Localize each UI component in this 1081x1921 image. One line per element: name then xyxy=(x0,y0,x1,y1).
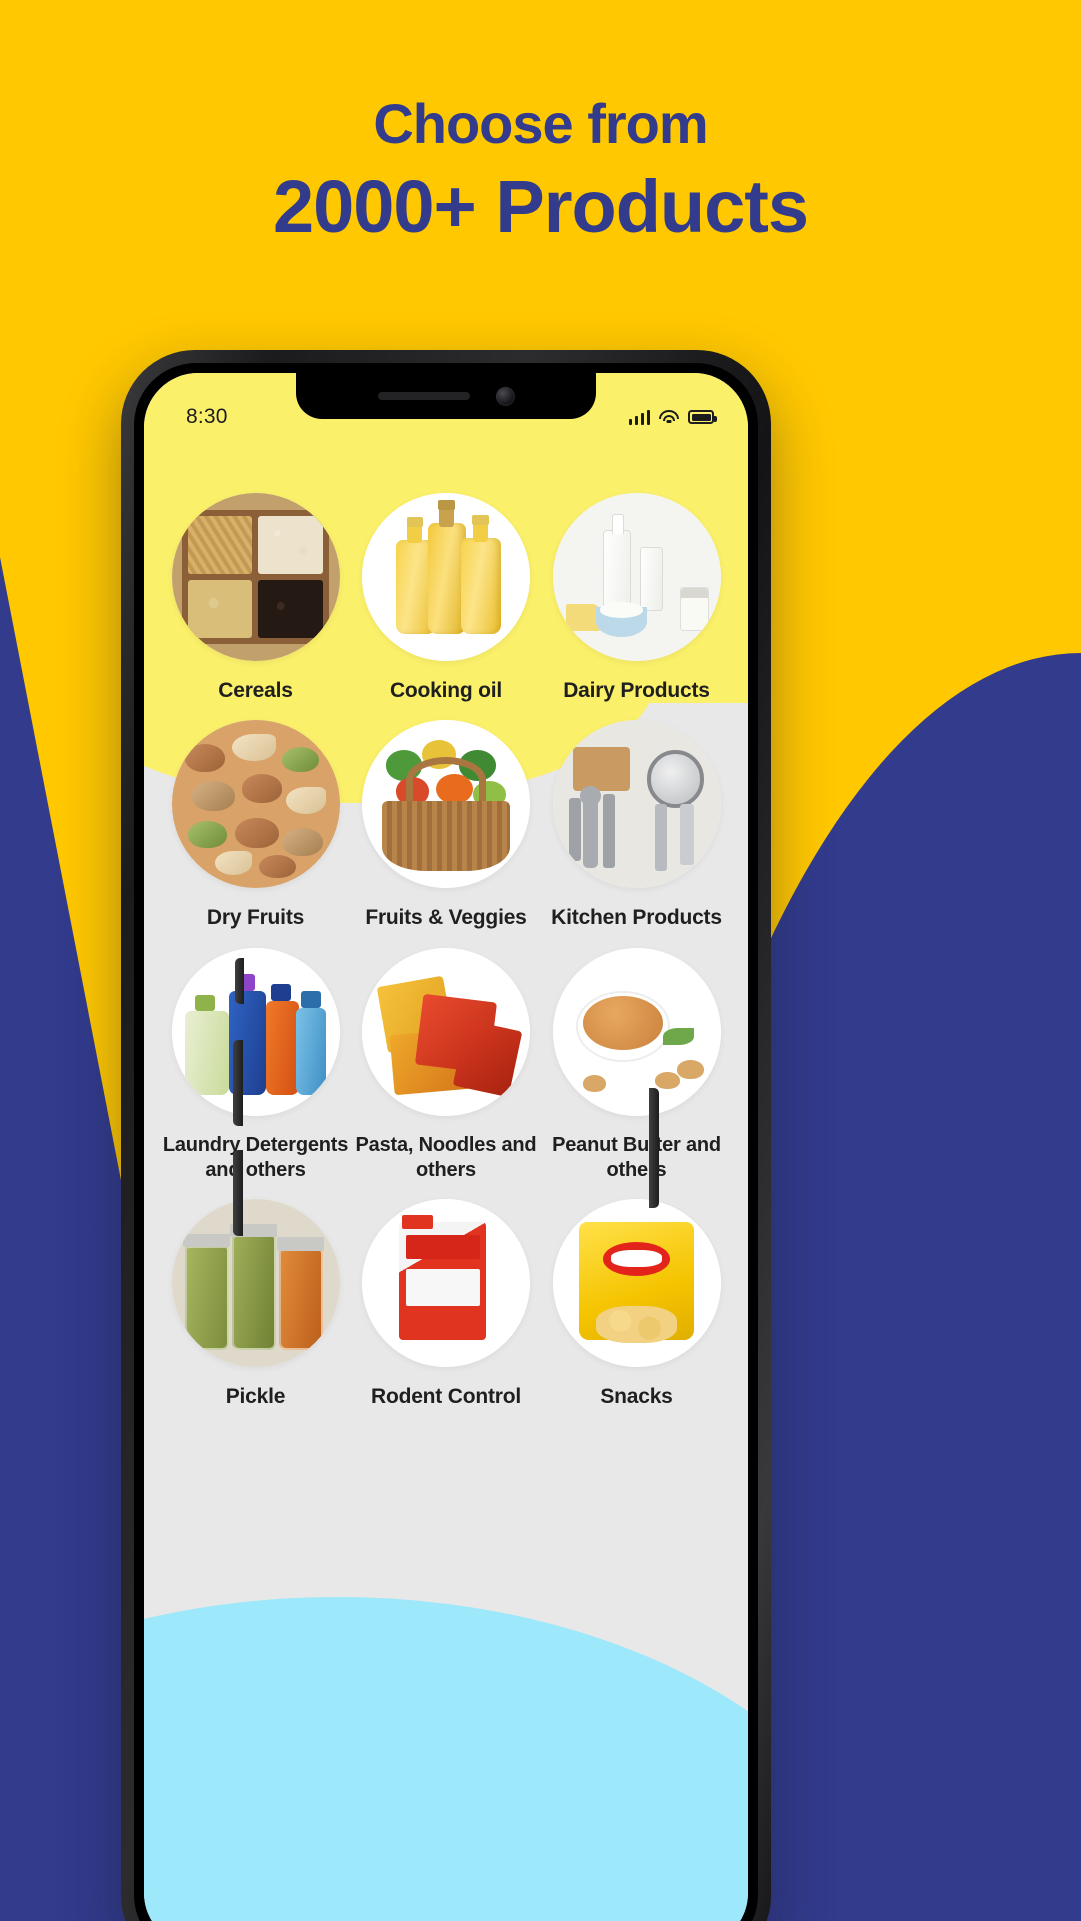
phone-power-button[interactable] xyxy=(649,1088,659,1208)
category-item-fruits-veggies[interactable]: Fruits & Veggies xyxy=(353,720,540,931)
category-item-peanut-butter[interactable]: Peanut Butter and others xyxy=(543,947,730,1183)
category-row: Pickle Rodent Control Snacks xyxy=(162,1198,730,1410)
status-bar-time: 8:30 xyxy=(186,405,228,428)
category-label: Cereals xyxy=(218,679,293,702)
category-item-kitchen-products[interactable]: Kitchen Products xyxy=(543,720,730,931)
phone-volume-down-button[interactable] xyxy=(233,1150,243,1236)
cereals-grains-box-image xyxy=(171,493,340,661)
category-grid: Cereals Cooking oil Dairy Products Dry F… xyxy=(144,493,748,1426)
wifi-icon xyxy=(659,409,679,425)
rodent-control-box-image xyxy=(362,1198,530,1367)
category-item-cereals[interactable]: Cereals xyxy=(162,493,349,704)
phone-notch xyxy=(296,373,596,419)
pickle-jars-image xyxy=(171,1198,340,1367)
category-item-dry-fruits[interactable]: Dry Fruits xyxy=(162,720,349,931)
peanut-butter-bowl-image xyxy=(552,947,721,1116)
category-label: Fruits & Veggies xyxy=(365,906,527,930)
category-item-pickle[interactable]: Pickle xyxy=(162,1198,349,1410)
dry-fruits-nuts-image xyxy=(171,720,340,889)
kitchen-utensils-image xyxy=(552,720,721,889)
category-item-cooking-oil[interactable]: Cooking oil xyxy=(353,493,540,704)
snacks-chips-packet-image xyxy=(552,1198,721,1367)
category-label: Pickle xyxy=(225,1384,286,1408)
category-item-rodent-control[interactable]: Rodent Control xyxy=(353,1198,540,1410)
category-item-snacks[interactable]: Snacks xyxy=(543,1198,730,1410)
cooking-oil-bottles-image xyxy=(362,493,530,661)
category-row: Laundry Detergents and others Pasta, Noo… xyxy=(162,947,730,1183)
category-label: Pasta, Noodles and others xyxy=(355,1133,537,1181)
phone-volume-up-button[interactable] xyxy=(233,1040,243,1126)
headline-line-1: Choose from xyxy=(373,92,708,155)
earpiece-speaker-icon xyxy=(377,392,470,400)
phone-bezel: 8:30 Cereals Cooking oil Dairy Products … xyxy=(134,363,758,1921)
category-label: Dairy Products xyxy=(563,679,710,702)
category-item-dairy-products[interactable]: Dairy Products xyxy=(543,493,730,704)
category-label: Dry Fruits xyxy=(206,906,305,930)
category-label: Cooking oil xyxy=(389,679,503,702)
front-camera-icon xyxy=(495,386,515,406)
headline-line-2: 2000+ Products xyxy=(272,165,809,248)
dairy-milk-cheese-image xyxy=(552,493,721,661)
category-label: Laundry Detergents and others xyxy=(162,1133,349,1181)
category-item-pasta-noodles[interactable]: Pasta, Noodles and others xyxy=(353,947,540,1183)
category-label: Snacks xyxy=(600,1384,673,1408)
status-bar-icons xyxy=(628,409,717,425)
phone-mute-switch[interactable] xyxy=(235,958,244,1004)
category-label: Rodent Control xyxy=(370,1384,521,1408)
laundry-detergent-bottles-image xyxy=(171,947,340,1116)
category-label: Peanut Butter and others xyxy=(552,1133,721,1181)
category-item-laundry-detergents[interactable]: Laundry Detergents and others xyxy=(162,947,349,1183)
battery-full-icon xyxy=(688,410,717,424)
pasta-noodles-packets-image xyxy=(362,947,530,1116)
category-row: Cereals Cooking oil Dairy Products xyxy=(162,493,730,704)
fruits-vegetables-basket-image xyxy=(362,720,530,889)
category-row: Dry Fruits Fruits & Veggies Kitchen Prod… xyxy=(162,720,730,931)
category-label: Kitchen Products xyxy=(551,906,722,930)
poster-headline: Choose from 2000+ Products xyxy=(0,96,1081,249)
phone-mockup: 8:30 Cereals Cooking oil Dairy Products … xyxy=(121,350,771,1921)
signal-bars-icon xyxy=(628,409,650,425)
screen-cyan-bottom-shape xyxy=(144,1597,748,1921)
